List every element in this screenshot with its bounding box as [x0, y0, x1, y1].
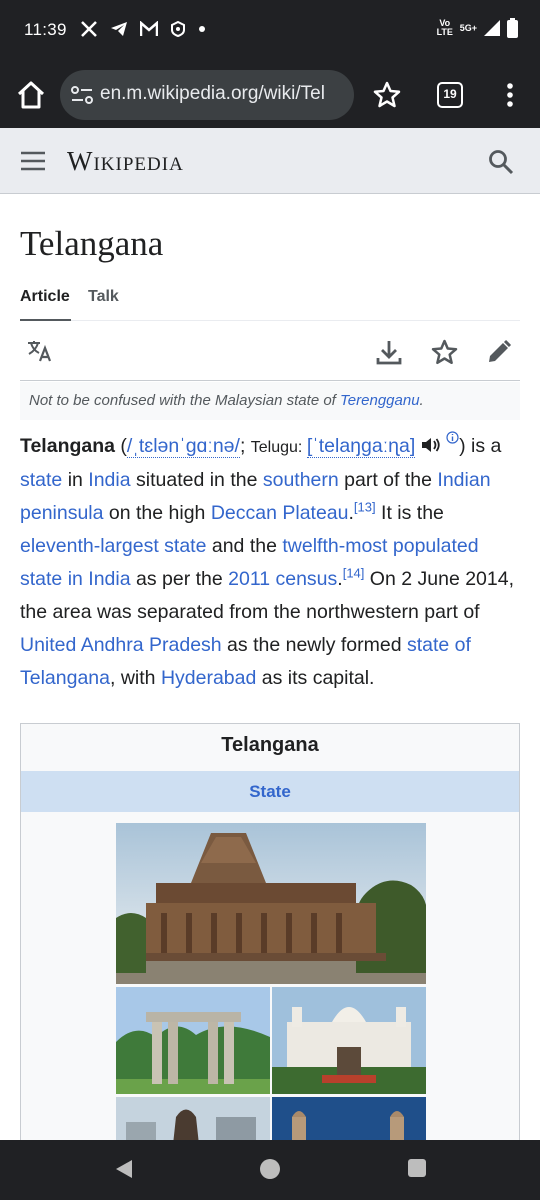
reference-14[interactable]: [14] — [343, 566, 365, 581]
hamburger-menu-icon[interactable] — [20, 151, 46, 171]
link-2011-census[interactable]: 2011 census — [228, 568, 337, 590]
url-text: en.m.wikipedia.org/wiki/Tel — [100, 83, 325, 104]
lead-text: as per the — [130, 568, 229, 590]
hatnote-end: . — [419, 392, 424, 409]
link-eleventh-largest[interactable]: eleventh-largest state — [20, 535, 206, 557]
lead-subject: Telangana — [20, 435, 115, 457]
system-navigation-bar — [0, 1140, 540, 1200]
lead-text: as its capital. — [256, 667, 375, 689]
audio-speaker-icon[interactable] — [421, 436, 441, 454]
back-icon[interactable] — [114, 1158, 134, 1180]
recents-icon[interactable] — [407, 1158, 427, 1178]
telugu-label: Telugu: — [250, 439, 307, 456]
status-time: 11:39 — [24, 20, 67, 39]
gmail-icon — [140, 21, 158, 36]
lead-text: ; — [239, 435, 251, 457]
home-icon — [17, 81, 45, 109]
app-shield-icon — [171, 21, 185, 37]
x-app-icon — [81, 21, 97, 37]
tab-switcher-button[interactable]: 19 — [437, 82, 463, 108]
lead-text: in — [62, 469, 89, 491]
ipa-telugu-link[interactable]: [ˈtelaŋɡaːɳa] — [306, 435, 416, 458]
search-icon[interactable] — [488, 149, 514, 175]
infobox-image-collage[interactable] — [116, 823, 426, 1152]
lead-text: and the — [206, 535, 283, 557]
temple-photo[interactable] — [116, 823, 426, 984]
page-title: Telangana — [20, 224, 164, 263]
lead-paragraph: Telangana (/ˌtɛlənˈɡɑːnə/; Telugu: [ˈtel… — [20, 430, 520, 695]
home-circle-icon[interactable] — [259, 1158, 281, 1180]
network-label: 5G+ — [459, 22, 477, 33]
infobox: Telangana State — [20, 723, 520, 1153]
home-button[interactable] — [14, 78, 48, 112]
page-actions — [20, 321, 520, 381]
more-notifications-icon — [199, 26, 205, 32]
site-settings-icon[interactable] — [70, 84, 94, 106]
kakatiya-arch-photo[interactable] — [116, 987, 270, 1094]
system-status: Vo LTE 5G+ — [436, 18, 518, 38]
link-southern[interactable]: southern — [263, 469, 339, 491]
lead-text: ) is a — [459, 435, 502, 457]
lead-text: It is the — [375, 502, 444, 524]
ipa-english-link[interactable]: /ˌtɛlənˈɡɑːnə/ — [126, 435, 240, 458]
telegram-icon — [111, 22, 127, 36]
lead-text: ( — [115, 435, 127, 457]
bookmark-star-icon[interactable] — [372, 80, 402, 110]
lead-text: on the high — [103, 502, 211, 524]
language-icon[interactable] — [26, 339, 54, 363]
notification-icons — [80, 20, 206, 38]
overflow-menu-icon[interactable] — [500, 82, 520, 108]
signal-icon — [484, 20, 500, 36]
infobox-title: Telangana — [221, 734, 319, 756]
reference-13[interactable]: [13] — [354, 500, 376, 515]
lead-text: situated in the — [130, 469, 263, 491]
link-state[interactable]: state — [20, 469, 62, 491]
edit-pencil-icon[interactable] — [486, 339, 512, 365]
lead-text: as the newly formed — [221, 634, 407, 656]
browser-toolbar: en.m.wikipedia.org/wiki/Tel 19 — [0, 62, 540, 128]
tab-talk[interactable]: Talk — [88, 288, 119, 306]
lead-text: , with — [110, 667, 161, 689]
link-hyderabad[interactable]: Hyderabad — [161, 667, 256, 689]
hatnote: Not to be confused with the Malaysian st… — [20, 382, 520, 420]
infobox-type-link[interactable]: State — [21, 771, 519, 812]
namespace-tabs: Article Talk — [20, 286, 520, 321]
link-united-andhra-pradesh[interactable]: United Andhra Pradesh — [20, 634, 222, 656]
volte-label: Vo LTE — [436, 18, 453, 37]
assembly-building-photo[interactable] — [272, 987, 426, 1094]
info-icon[interactable] — [446, 431, 459, 444]
wiki-header: Wikipedia — [0, 128, 540, 194]
tab-article[interactable]: Article — [20, 288, 70, 306]
download-icon[interactable] — [376, 339, 402, 365]
wikipedia-logo[interactable]: Wikipedia — [67, 146, 184, 177]
watch-star-icon[interactable] — [431, 339, 458, 365]
status-bar: 11:39 Vo LTE 5G+ — [0, 0, 540, 62]
lead-text: part of the — [338, 469, 438, 491]
address-bar[interactable]: en.m.wikipedia.org/wiki/Tel — [60, 70, 354, 120]
battery-icon — [507, 18, 518, 38]
link-deccan-plateau[interactable]: Deccan Plateau — [211, 502, 349, 524]
hatnote-link-terengganu[interactable]: Terengganu — [340, 392, 420, 409]
link-india[interactable]: India — [88, 469, 130, 491]
hatnote-text: Not to be confused with the Malaysian st… — [29, 392, 341, 409]
